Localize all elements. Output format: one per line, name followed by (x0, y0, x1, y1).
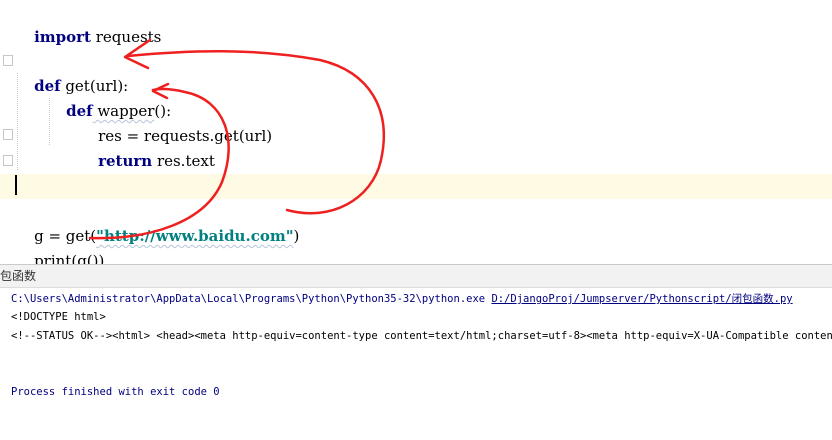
console-exit-message: Process finished with exit code 0 (11, 386, 220, 398)
code-editor[interactable]: import requests def get(url): def wapper… (0, 0, 832, 264)
code-line-print: print(g()) (0, 224, 832, 264)
current-line-highlight[interactable] (0, 174, 832, 199)
code-line-return-text: return res.text (0, 124, 832, 170)
text-caret (15, 175, 17, 195)
module-name: requests (90, 28, 162, 46)
python-interpreter-path: C:\Users\Administrator\AppData\Local\Pro… (11, 293, 492, 305)
console-output-line: <!DOCTYPE html> (11, 311, 106, 323)
code-line-call-get: g = get("http://www.baidu.com") (0, 199, 832, 245)
code-line-res-assign: res = requests.get(url) (0, 99, 832, 145)
run-console[interactable]: C:\Users\Administrator\AppData\Local\Pro… (0, 288, 832, 440)
code-line-def-get: def get(url): (0, 49, 832, 95)
run-tool-window-header[interactable]: 包函数 (0, 264, 832, 288)
code-line-def-wapper: def wapper(): (0, 74, 832, 120)
console-command-line: C:\Users\Administrator\AppData\Local\Pro… (11, 291, 793, 307)
code-line-return-wapper: return wapper (0, 149, 832, 195)
code-line-import: import requests (0, 0, 832, 46)
keyword-import: import (34, 28, 91, 46)
run-tab-title[interactable]: 包函数 (0, 268, 36, 284)
console-output-line: <!--STATUS OK--><html> <head><meta http-… (11, 330, 832, 342)
code-text: print(g()) (34, 252, 105, 264)
script-path-link[interactable]: D:/DjangoProj/Jumpserver/Pythonscript/闭包… (491, 293, 792, 305)
